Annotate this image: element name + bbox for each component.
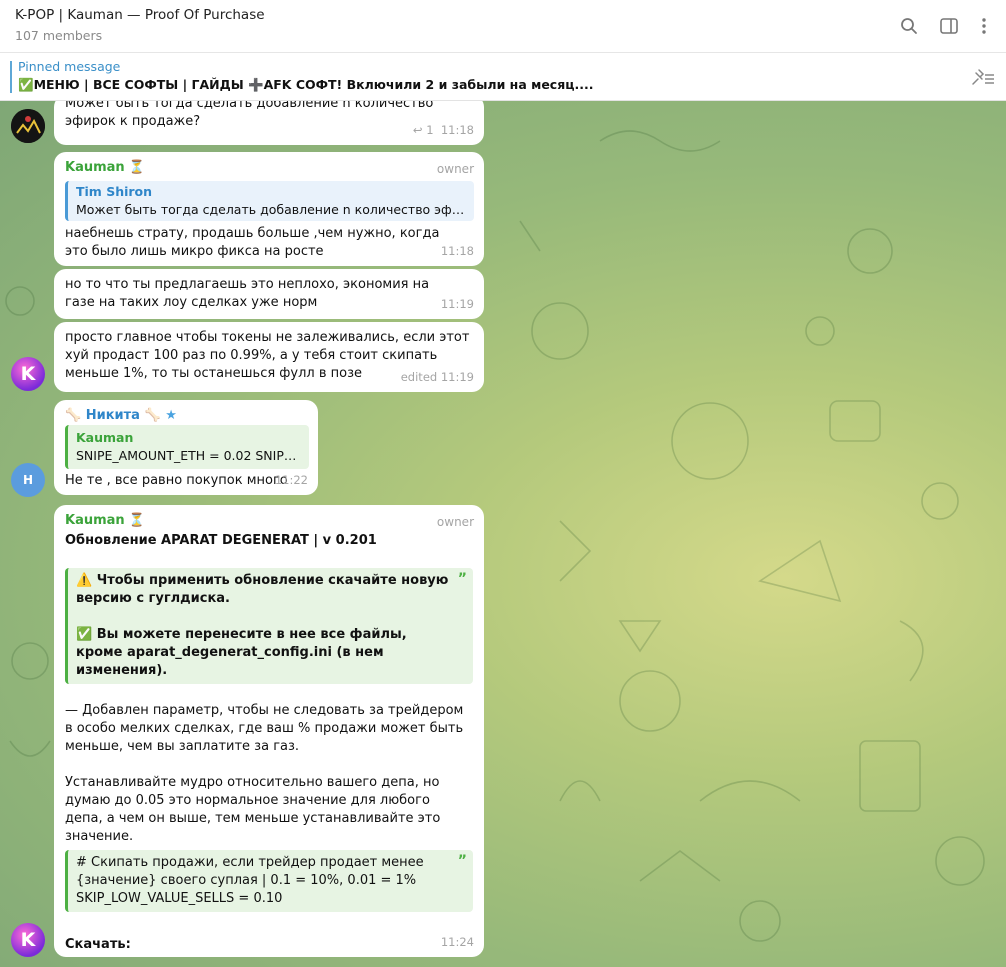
quote-line: SKIP_LOW_VALUE_SELLS = 0.10: [76, 891, 283, 906]
message-text: наебнешь страту, продашь больше ,чем нуж…: [65, 226, 440, 259]
message-time: 11:18: [440, 244, 474, 258]
avatar[interactable]: H: [11, 463, 45, 497]
quote-line: # Скипать продажи, если трейдер продает …: [76, 855, 424, 888]
message-bubble[interactable]: Kauman ⏳ owner Tim Shiron Может быть тог…: [54, 152, 484, 266]
message-bubble[interactable]: 🦴 Никита 🦴 ★ Kauman SNIPE_AMOUNT_ETH = 0…: [54, 400, 318, 495]
message-bubble[interactable]: но то что ты предлагаешь это неплохо, эк…: [54, 269, 484, 319]
message-meta: ↩ 1 11:18: [413, 121, 474, 139]
message-heading: Обновление APARAT DEGENERAT | v 0.201: [65, 533, 377, 548]
avatar[interactable]: K: [11, 357, 45, 391]
reply-quote[interactable]: Kauman SNIPE_AMOUNT_ETH = 0.02 SNIPE_...: [65, 425, 309, 469]
author-name[interactable]: Kauman: [65, 160, 125, 175]
pinned-message-bar[interactable]: Pinned message ✅МЕНЮ | ВСЕ СОФТЫ | ГАЙДЫ…: [0, 53, 1006, 101]
chat-header: K-POP | Kauman — Proof Of Purchase 107 m…: [0, 0, 1006, 53]
search-icon[interactable]: [897, 14, 921, 38]
star-icon: ★: [165, 408, 177, 423]
member-count: 107 members: [15, 28, 103, 43]
role-badge: owner: [436, 162, 474, 176]
quote-text: Может быть тогда сделать добавление n ко…: [76, 202, 468, 217]
quote-text: SNIPE_AMOUNT_ETH = 0.02 SNIPE_...: [76, 448, 301, 463]
message-time: 11:22: [274, 473, 308, 487]
more-menu-icon[interactable]: [972, 14, 996, 38]
pinned-text: ✅МЕНЮ | ВСЕ СОФТЫ | ГАЙДЫ ➕AFK СОФТ! Вкл…: [18, 77, 594, 92]
blockquote: ” ⚠️ Чтобы применить обновление скачайте…: [65, 568, 473, 684]
message-text: Не те , все равно покупок много: [65, 473, 288, 488]
pinned-list-icon[interactable]: [970, 67, 996, 87]
avatar[interactable]: [11, 109, 45, 143]
message-text: но то что ты предлагаешь это неплохо, эк…: [65, 277, 430, 310]
author-name[interactable]: Kauman: [65, 513, 125, 528]
verified-badge-icon: ⏳: [128, 160, 146, 175]
quote-line: ✅ Вы можете перенесите в нее все файлы, …: [76, 627, 407, 678]
message-time: edited 11:19: [400, 370, 474, 384]
sidebar-toggle-icon[interactable]: [937, 14, 961, 38]
message-paragraph: Устанавливайте мудро относительно вашего…: [65, 775, 441, 844]
message-bubble[interactable]: Может быть тогда сделать добавление n ко…: [54, 101, 484, 145]
message-time: 11:18: [440, 123, 474, 137]
quote-author: Kauman: [76, 430, 134, 445]
code-quote: ” # Скипать продажи, если трейдер продае…: [65, 850, 473, 912]
message-bubble[interactable]: просто главное чтобы токены не залеживал…: [54, 322, 484, 392]
reply-count[interactable]: 1: [426, 123, 433, 137]
avatar[interactable]: K: [11, 923, 45, 957]
message-bubble[interactable]: Kauman ⏳ owner Обновление APARAT DEGENER…: [54, 505, 484, 957]
message-paragraph: — Добавлен параметр, чтобы не следовать …: [65, 703, 464, 754]
reply-quote[interactable]: Tim Shiron Может быть тогда сделать доба…: [65, 181, 474, 221]
verified-badge-icon: ⏳: [128, 513, 146, 528]
chat-title[interactable]: K-POP | Kauman — Proof Of Purchase: [15, 7, 265, 23]
role-badge: owner: [436, 515, 474, 529]
quote-author: Tim Shiron: [76, 184, 153, 199]
pinned-indicator: [10, 61, 12, 93]
message-text: Может быть тогда сделать добавление n ко…: [65, 101, 434, 129]
quote-line: ⚠️ Чтобы применить обновление скачайте н…: [76, 573, 449, 606]
chat-area[interactable]: Может быть тогда сделать добавление n ко…: [0, 101, 1006, 967]
pinned-label: Pinned message: [18, 59, 121, 74]
message-time: 11:24: [440, 935, 474, 949]
message-time: 11:19: [440, 297, 474, 311]
download-label: Скачать:: [65, 937, 131, 952]
author-name[interactable]: Никита: [86, 408, 140, 423]
reply-icon[interactable]: ↩: [413, 123, 423, 137]
